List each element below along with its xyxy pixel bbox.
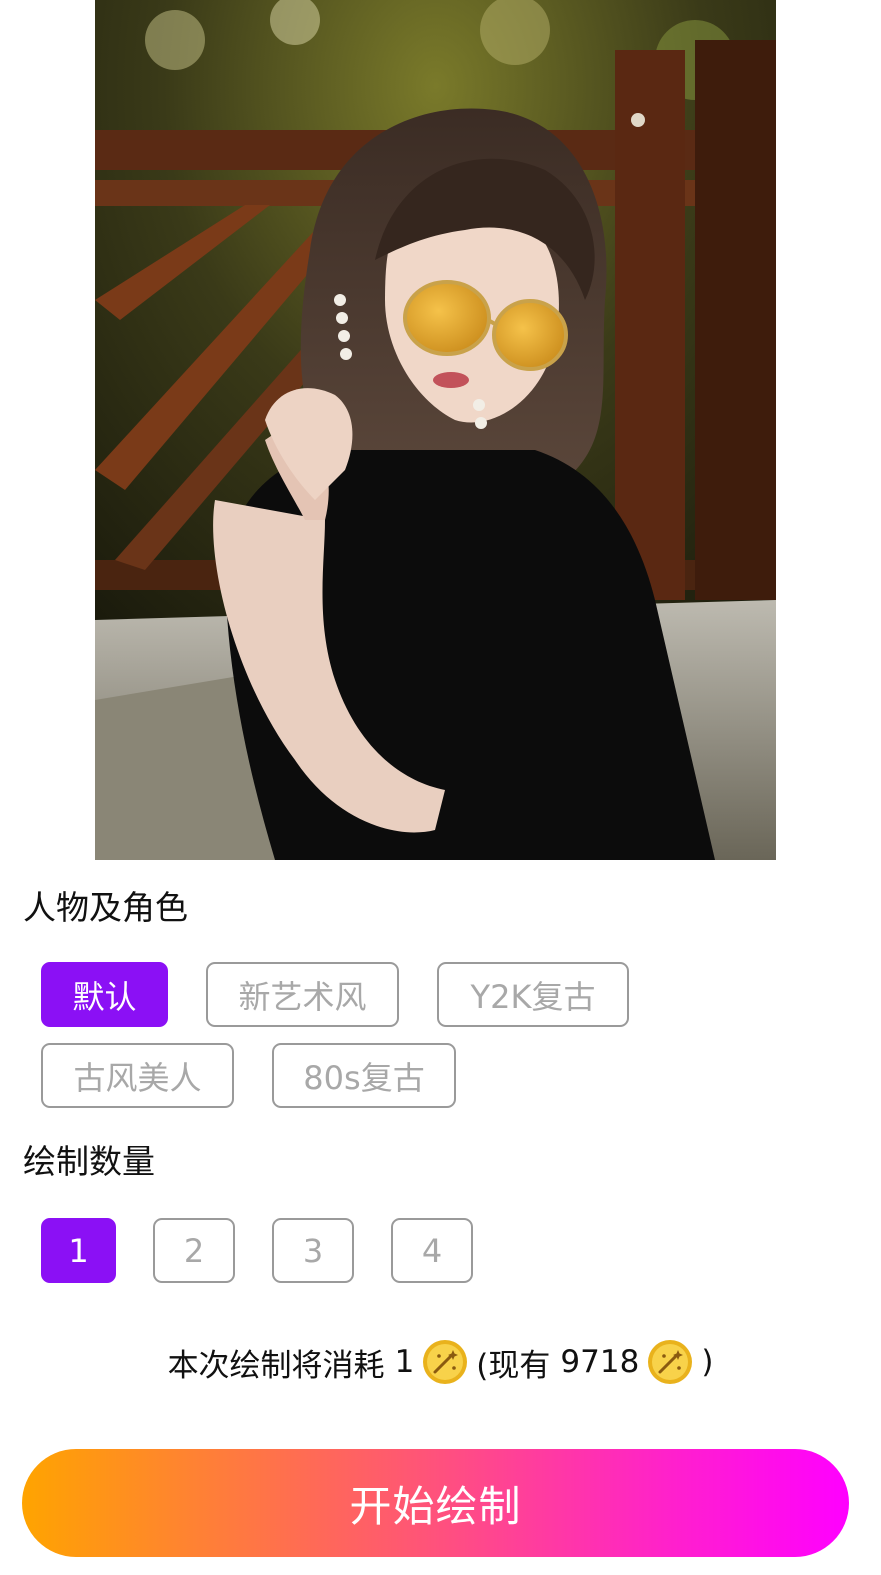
cost-info: 本次绘制将消耗 1 (现有 9718 )	[0, 1336, 881, 1388]
cost-prefix: 本次绘制将消耗	[167, 1347, 385, 1384]
balance-prefix: (现有	[476, 1347, 551, 1384]
start-drawing-button[interactable]: 开始绘制	[22, 1449, 849, 1557]
style-option-default[interactable]: 默认	[41, 962, 168, 1027]
balance-suffix: )	[701, 1344, 714, 1380]
style-option-y2k-retro[interactable]: Y2K复古	[437, 962, 629, 1027]
style-section-title: 人物及角色	[23, 888, 188, 927]
style-option-art-nouveau[interactable]: 新艺术风	[206, 962, 399, 1027]
magic-wand-coin-icon	[647, 1339, 693, 1385]
count-option-3[interactable]: 3	[272, 1218, 354, 1283]
count-option-2[interactable]: 2	[153, 1218, 235, 1283]
count-section-title: 绘制数量	[23, 1142, 155, 1181]
magic-wand-coin-icon	[422, 1339, 468, 1385]
style-option-80s-retro[interactable]: 80s复古	[272, 1043, 456, 1108]
count-option-4[interactable]: 4	[391, 1218, 473, 1283]
balance-amount: 9718	[560, 1344, 640, 1380]
source-photo	[95, 0, 776, 860]
cost-amount: 1	[394, 1344, 415, 1380]
style-option-ancient-beauty[interactable]: 古风美人	[41, 1043, 234, 1108]
count-option-1[interactable]: 1	[41, 1218, 116, 1283]
